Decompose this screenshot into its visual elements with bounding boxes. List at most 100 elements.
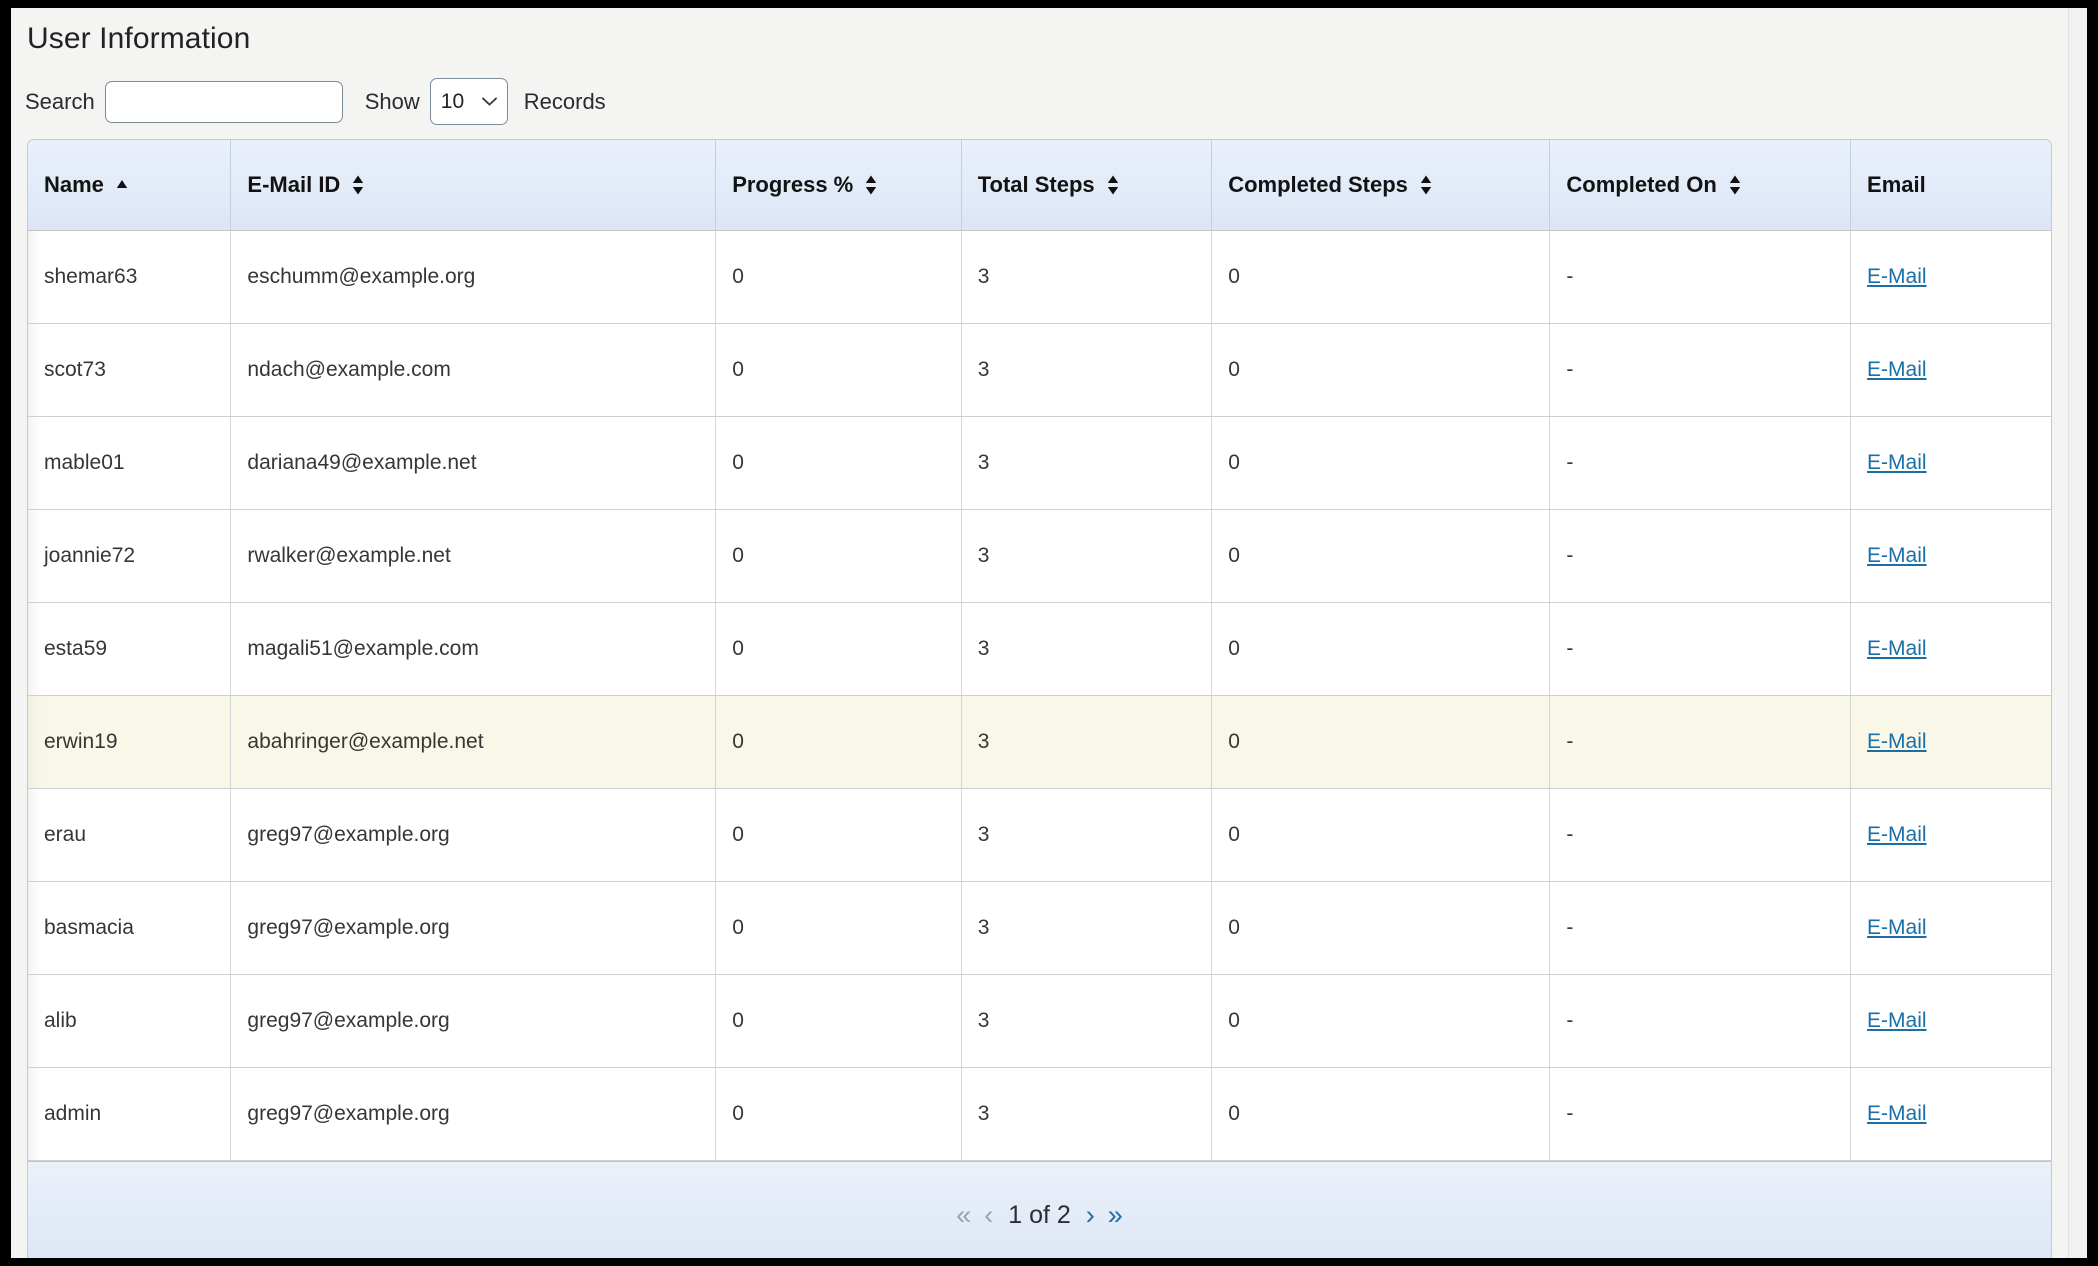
cell-email-action: E-Mail bbox=[1850, 509, 2051, 603]
cell-total-steps: 3 bbox=[961, 323, 1213, 417]
page-content: User Information Search Show 102550100 R… bbox=[11, 8, 2068, 1258]
cell-email-action: E-Mail bbox=[1850, 788, 2051, 882]
table-header-cell-completed-steps[interactable]: Completed Steps bbox=[1211, 140, 1551, 231]
cell-email-id: greg97@example.org bbox=[230, 788, 717, 882]
cell-name: admin bbox=[28, 1067, 232, 1161]
cell-email-action: E-Mail bbox=[1850, 416, 2051, 510]
user-information-table-container: Name E-Mail ID Progress % Total Steps Comple… bbox=[27, 139, 2052, 1258]
show-label: Show bbox=[364, 88, 420, 114]
cell-completed-on: - bbox=[1549, 788, 1852, 882]
cell-completed-steps: 0 bbox=[1211, 323, 1551, 417]
column-label: Progress % bbox=[732, 171, 854, 197]
records-per-page-select[interactable]: 102550100 bbox=[429, 78, 508, 125]
cell-email-id: dariana49@example.net bbox=[230, 416, 717, 510]
cell-email-action: E-Mail bbox=[1850, 974, 2051, 1068]
cell-total-steps: 3 bbox=[961, 416, 1213, 510]
table-header-cell-completed-on[interactable]: Completed On bbox=[1549, 140, 1852, 231]
cell-completed-steps: 0 bbox=[1211, 881, 1551, 975]
pagination-last-button[interactable]: » bbox=[1108, 1201, 1123, 1229]
cell-completed-on: - bbox=[1549, 323, 1852, 417]
cell-completed-steps: 0 bbox=[1211, 602, 1551, 696]
table-row[interactable]: admin greg97@example.org 0 3 0- E-Mail bbox=[28, 1067, 2051, 1161]
column-label: E-Mail ID bbox=[247, 171, 341, 197]
cell-completed-on: - bbox=[1549, 416, 1852, 510]
cell-name: mable01 bbox=[28, 416, 232, 510]
search-label: Search bbox=[25, 88, 95, 114]
sort-both-icon[interactable] bbox=[864, 174, 878, 196]
cell-email-id: magali51@example.com bbox=[230, 602, 717, 696]
table-row[interactable]: scot73 ndach@example.com 0 3 0- E-Mail bbox=[28, 323, 2051, 417]
cell-completed-steps: 0 bbox=[1211, 788, 1551, 882]
email-link[interactable]: E-Mail bbox=[1867, 730, 1927, 753]
cell-total-steps: 3 bbox=[961, 1067, 1213, 1161]
sort-both-icon[interactable] bbox=[1106, 174, 1120, 196]
sort-both-icon[interactable] bbox=[1419, 174, 1433, 196]
cell-progress: 0 bbox=[715, 509, 962, 603]
table-row[interactable]: basmacia greg97@example.org 0 3 0- E-Mail bbox=[28, 881, 2051, 975]
column-label: Total Steps bbox=[977, 171, 1095, 197]
cell-name: shemar63 bbox=[28, 230, 232, 324]
table-header-cell-progress[interactable]: Progress % bbox=[715, 140, 962, 231]
cell-total-steps: 3 bbox=[961, 881, 1213, 975]
email-link[interactable]: E-Mail bbox=[1867, 637, 1927, 660]
table-row[interactable]: erau greg97@example.org 0 3 0- E-Mail bbox=[28, 788, 2051, 882]
column-label: Name bbox=[44, 171, 104, 197]
cell-total-steps: 3 bbox=[961, 695, 1213, 789]
table-row[interactable]: alib greg97@example.org 0 3 0- E-Mail bbox=[28, 974, 2051, 1068]
table-row[interactable]: joannie72 rwalker@example.net 0 3 0- E-Mail bbox=[28, 509, 2051, 603]
cell-email-action: E-Mail bbox=[1850, 323, 2051, 417]
cell-completed-steps: 0 bbox=[1211, 230, 1551, 324]
cell-completed-steps: 0 bbox=[1211, 416, 1551, 510]
cell-progress: 0 bbox=[715, 323, 962, 417]
pagination-prev-button[interactable]: ‹ bbox=[984, 1201, 993, 1229]
cell-completed-on: - bbox=[1549, 602, 1852, 696]
header-label-wrap: Completed On bbox=[1566, 172, 1741, 198]
cell-completed-on: - bbox=[1549, 881, 1852, 975]
cell-email-action: E-Mail bbox=[1850, 695, 2051, 789]
cell-completed-steps: 0 bbox=[1211, 1067, 1551, 1161]
cell-completed-steps: 0 bbox=[1211, 974, 1551, 1068]
cell-email-id: abahringer@example.net bbox=[230, 695, 717, 789]
table-header-cell-name[interactable]: Name bbox=[28, 140, 232, 231]
table-header-row: Name E-Mail ID Progress % Total Steps Comple… bbox=[28, 140, 2051, 231]
cell-progress: 0 bbox=[715, 602, 962, 696]
email-link[interactable]: E-Mail bbox=[1867, 1102, 1927, 1125]
header-label-wrap: E-Mail ID bbox=[247, 172, 365, 198]
cell-total-steps: 3 bbox=[961, 974, 1213, 1068]
cell-progress: 0 bbox=[715, 788, 962, 882]
email-link[interactable]: E-Mail bbox=[1867, 1009, 1927, 1032]
table-row[interactable]: erwin19 abahringer@example.net 0 3 0- E-Mail bbox=[28, 695, 2051, 789]
pagination-first-button[interactable]: « bbox=[956, 1201, 971, 1229]
table-controls: Search Show 102550100 Records bbox=[25, 78, 2068, 125]
cell-total-steps: 3 bbox=[961, 602, 1213, 696]
cell-name: erwin19 bbox=[28, 695, 232, 789]
table-header-cell-e-mail-id[interactable]: E-Mail ID bbox=[230, 140, 717, 231]
email-link[interactable]: E-Mail bbox=[1867, 823, 1927, 846]
email-link[interactable]: E-Mail bbox=[1867, 265, 1927, 288]
cell-email-action: E-Mail bbox=[1850, 602, 2051, 696]
table-row[interactable]: esta59 magali51@example.com 0 3 0- E-Mail bbox=[28, 602, 2051, 696]
cell-completed-on: - bbox=[1549, 230, 1852, 324]
email-link[interactable]: E-Mail bbox=[1867, 451, 1927, 474]
header-label-wrap: Completed Steps bbox=[1228, 172, 1433, 198]
vertical-scrollbar[interactable] bbox=[2068, 8, 2087, 1258]
cell-email-action: E-Mail bbox=[1850, 230, 2051, 324]
cell-name: scot73 bbox=[28, 323, 232, 417]
sort-both-icon[interactable] bbox=[1728, 174, 1742, 196]
pagination-next-button[interactable]: › bbox=[1086, 1201, 1095, 1229]
email-link[interactable]: E-Mail bbox=[1867, 544, 1927, 567]
cell-name: erau bbox=[28, 788, 232, 882]
records-label: Records bbox=[523, 88, 606, 114]
table-row[interactable]: mable01 dariana49@example.net 0 3 0- E-Mail bbox=[28, 416, 2051, 510]
table-header-cell-total-steps[interactable]: Total Steps bbox=[961, 140, 1213, 231]
cell-email-action: E-Mail bbox=[1850, 1067, 2051, 1161]
sort-both-icon[interactable] bbox=[351, 174, 365, 196]
email-link[interactable]: E-Mail bbox=[1867, 916, 1927, 939]
sort-ascending-icon[interactable] bbox=[115, 174, 129, 196]
cell-total-steps: 3 bbox=[961, 230, 1213, 324]
pagination-status: 1 of 2 bbox=[1008, 1200, 1071, 1229]
search-input[interactable] bbox=[104, 80, 343, 123]
cell-completed-on: - bbox=[1549, 1067, 1852, 1161]
table-row[interactable]: shemar63 eschumm@example.org 0 3 0- E-Mail bbox=[28, 230, 2051, 324]
email-link[interactable]: E-Mail bbox=[1867, 358, 1927, 381]
